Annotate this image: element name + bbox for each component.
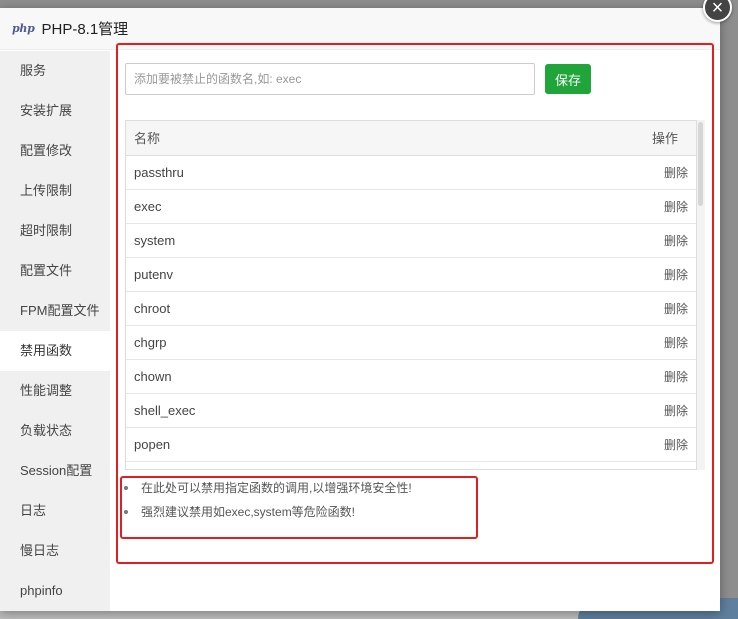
action-cell: 删除 <box>451 359 696 394</box>
delete-link[interactable]: 删除 <box>664 336 688 350</box>
delete-link[interactable]: 删除 <box>664 234 688 248</box>
sidebar-item[interactable]: 配置文件 <box>0 251 110 291</box>
function-name-cell: chroot <box>126 291 452 326</box>
table-row: shell_exec 删除 <box>126 393 696 428</box>
action-cell: 删除 <box>451 257 696 292</box>
sidebar-item[interactable]: 服务 <box>0 51 110 91</box>
table-row: chown 删除 <box>126 359 696 394</box>
action-cell: 删除 <box>451 223 696 258</box>
sidebar-item[interactable]: 慢日志 <box>0 531 110 571</box>
php-logo-icon: php <box>12 22 35 35</box>
delete-link[interactable]: 删除 <box>664 166 688 180</box>
delete-link[interactable]: 删除 <box>664 302 688 316</box>
table-row: exec 删除 <box>126 189 696 224</box>
column-header-name: 名称 <box>126 121 452 156</box>
table-header-row: 名称 操作 <box>126 121 696 156</box>
dialog-title: PHP-8.1管理 <box>41 21 129 38</box>
sidebar-item[interactable]: 安装扩展 <box>0 91 110 131</box>
delete-link[interactable]: 删除 <box>664 404 688 418</box>
table-row: chgrp 删除 <box>126 325 696 360</box>
action-cell: 删除 <box>451 325 696 360</box>
save-button[interactable]: 保存 <box>545 64 591 94</box>
function-name-cell: chown <box>126 359 452 394</box>
sidebar-item[interactable]: 超时限制 <box>0 211 110 251</box>
function-name-input[interactable] <box>125 63 535 95</box>
sidebar-item[interactable]: 禁用函数 <box>0 331 110 371</box>
function-name-cell: exec <box>126 189 452 224</box>
dialog-header: php PHP-8.1管理 <box>0 8 720 50</box>
action-cell: 删除 <box>451 393 696 428</box>
action-cell: 删除 <box>451 189 696 224</box>
sidebar-item[interactable]: 负载状态 <box>0 411 110 451</box>
close-icon[interactable]: × <box>703 0 732 22</box>
tips-list: 在此处可以禁用指定函数的调用,以增强环境安全性! 强烈建议禁用如exec,sys… <box>124 476 474 524</box>
delete-link[interactable]: 删除 <box>664 370 688 384</box>
action-cell: 删除 <box>451 291 696 326</box>
function-name-cell: putenv <box>126 257 452 292</box>
table-row: passthru 删除 <box>126 155 696 190</box>
sidebar-item[interactable]: FPM配置文件 <box>0 291 110 331</box>
tip-item: 在此处可以禁用指定函数的调用,以增强环境安全性! <box>124 476 474 500</box>
column-header-action: 操作 <box>451 121 696 156</box>
table-row: popen 删除 <box>126 427 696 462</box>
table-scrollbar[interactable] <box>697 120 705 470</box>
disabled-functions-table: 名称 操作 passthru 删除 exec 删除 system 删除 putenv 删除 ch… <box>125 120 697 470</box>
sidebar-item[interactable]: 性能调整 <box>0 371 110 411</box>
table-row: system 删除 <box>126 223 696 258</box>
sidebar-item[interactable]: 日志 <box>0 491 110 531</box>
scrollbar-thumb[interactable] <box>698 122 703 206</box>
function-name-cell: passthru <box>126 155 452 190</box>
sidebar-item[interactable]: phpinfo <box>0 571 110 611</box>
delete-link[interactable]: 删除 <box>664 268 688 282</box>
action-cell: 删除 <box>451 427 696 462</box>
function-name-cell: shell_exec <box>126 393 452 428</box>
function-name-cell: chgrp <box>126 325 452 360</box>
sidebar-nav: 服务 安装扩展 配置修改 上传限制 超时限制 配置文件 FPM配置文件 禁用函数 性能调整 负载状… <box>0 51 110 611</box>
table-row: putenv 删除 <box>126 257 696 292</box>
tip-item: 强烈建议禁用如exec,system等危险函数! <box>124 500 474 524</box>
function-name-cell: popen <box>126 427 452 462</box>
delete-link[interactable]: 删除 <box>664 438 688 452</box>
delete-link[interactable]: 删除 <box>664 200 688 214</box>
sidebar-item[interactable]: 上传限制 <box>0 171 110 211</box>
sidebar-item[interactable]: Session配置 <box>0 451 110 491</box>
table-row: chroot 删除 <box>126 291 696 326</box>
action-cell: 删除 <box>451 155 696 190</box>
sidebar-item[interactable]: 配置修改 <box>0 131 110 171</box>
function-name-cell: system <box>126 223 452 258</box>
